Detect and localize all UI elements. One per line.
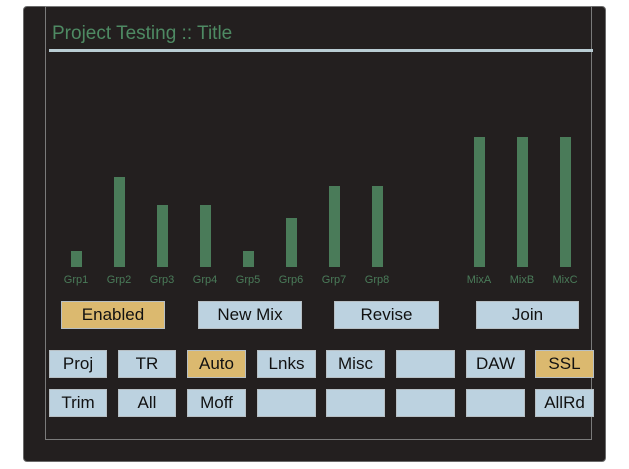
row1-blank-6-button[interactable] (396, 350, 455, 378)
meter-label-mixb: MixB (509, 274, 535, 286)
row1-proj-button[interactable]: Proj (49, 350, 107, 378)
row1-lnks-button[interactable]: Lnks (257, 350, 316, 378)
page-title: Project Testing :: Title (52, 23, 233, 44)
meter-bar-mixa (474, 137, 485, 267)
row1-ssl-button[interactable]: SSL (535, 350, 594, 378)
meter-bar-mixb (517, 137, 528, 267)
mode-revise-button[interactable]: Revise (334, 301, 439, 329)
row1-auto-button[interactable]: Auto (187, 350, 246, 378)
row2-all-button[interactable]: All (118, 389, 176, 417)
row2-blank-6-button[interactable] (396, 389, 455, 417)
mode-new-mix-button[interactable]: New Mix (198, 301, 302, 329)
row1-tr-button[interactable]: TR (118, 350, 176, 378)
meter-bar-grp7 (329, 186, 340, 267)
meter-label-mixa: MixA (466, 274, 492, 286)
meter-label-grp6: Grp6 (278, 274, 304, 286)
title-divider (49, 49, 593, 52)
meter-label-grp3: Grp3 (149, 274, 175, 286)
meter-bar-grp1 (71, 251, 82, 267)
meter-label-mixc: MixC (552, 274, 578, 286)
meter-bar-grp8 (372, 186, 383, 267)
mode-join-button[interactable]: Join (476, 301, 579, 329)
meter-label-grp4: Grp4 (192, 274, 218, 286)
meter-bar-mixc (560, 137, 571, 267)
meter-bar-grp4 (200, 205, 211, 267)
meter-label-grp1: Grp1 (63, 274, 89, 286)
row1-misc-button[interactable]: Misc (326, 350, 385, 378)
row2-moff-button[interactable]: Moff (187, 389, 246, 417)
meter-bar-grp5 (243, 251, 254, 267)
row2-allrd-button[interactable]: AllRd (535, 389, 594, 417)
row2-blank-4-button[interactable] (257, 389, 316, 417)
meter-bar-grp2 (114, 177, 125, 267)
meter-label-grp7: Grp7 (321, 274, 347, 286)
meter-label-grp8: Grp8 (364, 274, 390, 286)
row2-blank-5-button[interactable] (326, 389, 385, 417)
mode-enabled-button[interactable]: Enabled (61, 301, 165, 329)
row2-trim-button[interactable]: Trim (49, 389, 107, 417)
meter-label-grp5: Grp5 (235, 274, 261, 286)
meter-bar-grp6 (286, 218, 297, 267)
row2-blank-7-button[interactable] (466, 389, 525, 417)
meter-label-grp2: Grp2 (106, 274, 132, 286)
row1-daw-button[interactable]: DAW (466, 350, 525, 378)
meter-bar-grp3 (157, 205, 168, 267)
